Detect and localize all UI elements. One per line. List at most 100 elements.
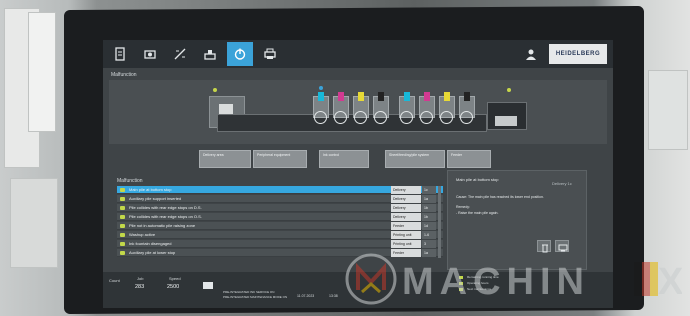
zone-sheet-feeding[interactable]: Sheet/feeding/pile system bbox=[385, 150, 445, 168]
machinex-logo-icon bbox=[345, 253, 397, 305]
warning-icon bbox=[120, 206, 125, 210]
malfunction-text: Ink fountain disengaged bbox=[129, 241, 172, 246]
time-display: 13:38 bbox=[329, 294, 338, 298]
wall-paper-sheet bbox=[28, 12, 56, 132]
zone-delivery-area[interactable]: Delivery area bbox=[199, 150, 251, 168]
warning-icon bbox=[120, 233, 125, 237]
delivery-pile bbox=[495, 116, 517, 126]
tab-camera[interactable] bbox=[137, 42, 163, 66]
ink-magenta-2 bbox=[424, 92, 430, 101]
ink-black bbox=[378, 92, 384, 101]
malfunction-code: 1b bbox=[422, 204, 436, 212]
malfunction-location: Feeder bbox=[391, 222, 421, 230]
date-display: 11.07.2023 bbox=[297, 294, 315, 298]
printer-icon bbox=[264, 48, 276, 59]
list-scrollbar[interactable] bbox=[438, 186, 441, 258]
malfunction-text: Main pile at bottom stop bbox=[129, 187, 172, 192]
list-item[interactable]: Main pile at bottom stop Delivery 1c bbox=[117, 186, 443, 194]
malfunction-code: 3 bbox=[422, 240, 436, 248]
malfunction-code: 1d bbox=[422, 222, 436, 230]
user-icon[interactable] bbox=[525, 48, 537, 60]
malfunction-text: Washup active bbox=[129, 232, 156, 237]
details-remedy-label: Remedy: bbox=[456, 205, 471, 209]
tab-adjust[interactable] bbox=[167, 42, 193, 66]
malfunction-code: 1a bbox=[422, 195, 436, 203]
malfunction-location: Delivery bbox=[391, 213, 421, 221]
cylinder-3 bbox=[354, 111, 367, 124]
ink-cyan-2 bbox=[404, 92, 410, 101]
list-item[interactable]: Pile not in automatic pile raising zone … bbox=[117, 222, 443, 230]
adjust-icon bbox=[174, 48, 186, 60]
job-value: 283 bbox=[135, 284, 145, 290]
warning-icon bbox=[120, 197, 125, 201]
status-indicator-unit1 bbox=[319, 86, 323, 90]
list-item[interactable]: Pile collides with rear edge stops on O.… bbox=[117, 213, 443, 221]
details-remedy: - Raise the main pile again. bbox=[456, 211, 499, 215]
top-toolbar: HEIDELBERG bbox=[103, 40, 613, 68]
malfunction-text: Pile collides with rear edge stops on D.… bbox=[129, 205, 202, 210]
right-shelf bbox=[648, 70, 688, 150]
ink-yellow-2 bbox=[444, 92, 450, 101]
warning-icon bbox=[120, 215, 125, 219]
svg-text:X: X bbox=[658, 261, 682, 303]
warning-icon bbox=[120, 251, 125, 255]
status-indicator-feeder bbox=[213, 88, 217, 92]
list-item[interactable]: Pile collides with rear edge stops on D.… bbox=[117, 204, 443, 212]
ink-cyan bbox=[318, 92, 324, 101]
malfunction-text: Pile not in automatic pile raising zone bbox=[129, 223, 196, 228]
warning-icon bbox=[120, 188, 125, 192]
speed-label: Speed bbox=[169, 276, 181, 281]
cylinder-5 bbox=[400, 111, 413, 124]
warning-icon bbox=[120, 224, 125, 228]
svg-text:MACHIN: MACHIN bbox=[402, 261, 590, 303]
zone-feeder[interactable]: Feeder bbox=[447, 150, 491, 168]
warning-icon bbox=[120, 242, 125, 246]
machinex-wordmark: MACHIN X bbox=[402, 261, 682, 303]
tab-scale[interactable] bbox=[197, 42, 223, 66]
malfunction-text: Pile collides with rear edge stops on O.… bbox=[129, 214, 202, 219]
malfunction-code: 1c bbox=[422, 186, 436, 194]
malfunction-text: Auxiliary pile support inserted bbox=[129, 196, 182, 201]
details-cause: Cause: The main pile has reached its low… bbox=[456, 195, 544, 199]
malfunction-location: Delivery bbox=[391, 195, 421, 203]
malfunction-code: 1-6 bbox=[422, 231, 436, 239]
scale-icon bbox=[204, 50, 216, 60]
tab-printer[interactable] bbox=[257, 42, 283, 66]
cylinder-6 bbox=[420, 111, 433, 124]
cylinder-1 bbox=[314, 111, 327, 124]
malfunction-code: 1b bbox=[422, 213, 436, 221]
camera-icon bbox=[144, 50, 156, 59]
status-line-2: PRE-INTEGRATED MAINTENANCE MODE ON bbox=[223, 295, 288, 299]
details-title: Main pile at bottom stop bbox=[456, 177, 499, 182]
wall-paper-lower bbox=[10, 178, 58, 268]
counter-label: Count bbox=[109, 278, 120, 283]
cylinder-7 bbox=[440, 111, 453, 124]
tab-power[interactable] bbox=[227, 42, 253, 66]
ink-yellow bbox=[358, 92, 364, 101]
ink-magenta bbox=[338, 92, 344, 101]
zone-ink-control[interactable]: Ink control bbox=[319, 150, 369, 168]
speed-value: 2500 bbox=[167, 284, 180, 290]
malfunction-location: Delivery bbox=[391, 186, 421, 194]
malfunction-location: Printing unit bbox=[391, 240, 421, 248]
press-diagram[interactable] bbox=[109, 80, 607, 144]
sheet-counter-box[interactable] bbox=[203, 282, 213, 289]
machinex-watermark: MACHIN X bbox=[344, 250, 684, 310]
status-indicator-delivery bbox=[507, 88, 511, 92]
ink-black-2 bbox=[464, 92, 470, 101]
zone-peripheral-equipment[interactable]: Peripheral equipment bbox=[253, 150, 307, 168]
malfunction-section-title: Malfunction bbox=[111, 72, 137, 78]
cylinder-2 bbox=[334, 111, 347, 124]
details-reference: Delivery 1c bbox=[552, 181, 572, 186]
heidelberg-logo: HEIDELBERG bbox=[549, 44, 607, 64]
malfunction-text: Auxiliary pile at lower stop bbox=[129, 250, 176, 255]
tab-document[interactable] bbox=[107, 42, 133, 66]
list-item[interactable]: Auxiliary pile support inserted Delivery… bbox=[117, 195, 443, 203]
malfunction-location: Printing unit bbox=[391, 231, 421, 239]
document-icon bbox=[115, 47, 125, 61]
list-item[interactable]: Washup active Printing unit 1-6 bbox=[117, 231, 443, 239]
job-label: Job bbox=[137, 276, 144, 281]
cylinder-8 bbox=[460, 111, 473, 124]
power-icon bbox=[234, 48, 246, 60]
list-item[interactable]: Ink fountain disengaged Printing unit 3 bbox=[117, 240, 443, 248]
